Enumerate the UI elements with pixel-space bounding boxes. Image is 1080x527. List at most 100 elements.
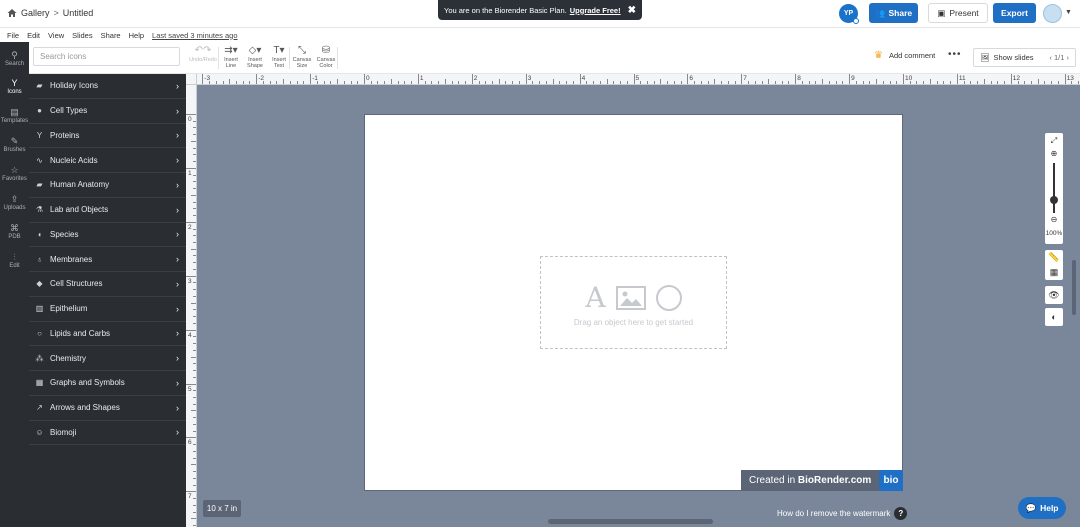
canvas-size-button[interactable]: ⤡ Canvas Size xyxy=(291,45,313,71)
ruler-minor-tick xyxy=(191,194,196,196)
insert-text-button[interactable]: T▾ Insert Text xyxy=(268,45,290,71)
menu-slides[interactable]: Slides xyxy=(72,31,92,40)
more-options-icon[interactable]: ••• xyxy=(948,49,962,60)
ruler-minor-tick xyxy=(431,81,433,84)
rail-item-uploads[interactable]: ⇪ Uploads xyxy=(0,188,29,216)
rail-item-edit[interactable]: ⫶ Edit xyxy=(0,246,29,274)
show-slides-button[interactable]: 🖼 Show slides ‹ 1/1 › xyxy=(973,48,1076,67)
zoom-slider-thumb[interactable] xyxy=(1050,196,1058,204)
category-arrows-and-shapes[interactable]: ↗ Arrows and Shapes › xyxy=(29,396,186,421)
ruler-minor-tick xyxy=(518,81,520,84)
last-saved-status[interactable]: Last saved 3 minutes ago xyxy=(152,31,237,40)
canvas-color-button[interactable]: ⛁ Canvas Color xyxy=(315,45,337,71)
upgrade-link[interactable]: Upgrade Free! xyxy=(570,6,621,15)
insert-shape-button[interactable]: ◇▾ Insert Shape xyxy=(244,45,266,71)
ruler-icon[interactable]: 📏 xyxy=(1045,250,1063,265)
dropzone[interactable]: A Drag an object here to get started xyxy=(540,256,727,349)
category-chemistry[interactable]: ⁂ Chemistry › xyxy=(29,346,186,371)
menu-file[interactable]: File xyxy=(7,31,19,40)
ruler-minor-tick xyxy=(269,81,271,84)
ruler-minor-tick xyxy=(191,302,196,304)
menu-edit[interactable]: Edit xyxy=(27,31,40,40)
rail-item-icons[interactable]: Y Icons xyxy=(0,72,29,100)
category-lipids-and-carbs[interactable]: ○ Lipids and Carbs › xyxy=(29,322,186,347)
ruler-minor-tick xyxy=(761,81,763,84)
ruler-minor-tick xyxy=(593,81,595,84)
chevron-down-icon[interactable]: ▼ xyxy=(1065,9,1072,16)
ruler-minor-tick xyxy=(215,81,217,84)
rail-item-favorites[interactable]: ☆ Favorites xyxy=(0,159,29,187)
remove-watermark-link[interactable]: How do I remove the watermark ? xyxy=(777,507,908,520)
insert-line-button[interactable]: ⇉▾ Insert Line xyxy=(220,45,242,71)
present-button[interactable]: ▣ Present xyxy=(928,3,988,23)
collaborator-avatar[interactable]: YP xyxy=(839,4,859,24)
category-human-anatomy[interactable]: ▰ Human Anatomy › xyxy=(29,173,186,198)
category-proteins[interactable]: Y Proteins › xyxy=(29,124,186,149)
zoom-level: 100% xyxy=(1045,230,1063,237)
rail-item-search[interactable]: ⚲ Search xyxy=(0,44,29,72)
category-cell-types[interactable]: ● Cell Types › xyxy=(29,99,186,124)
contrast-icon[interactable]: ◐ xyxy=(1045,308,1063,326)
play-screen-icon: ▣ xyxy=(937,7,946,18)
chevron-right-icon[interactable]: › xyxy=(1067,53,1070,62)
category-membranes[interactable]: ♁ Membranes › xyxy=(29,247,186,272)
ruler-minor-tick xyxy=(193,181,196,183)
ruler-minor-tick xyxy=(680,81,682,84)
rail-item-templates[interactable]: ▤ Templates xyxy=(0,101,29,129)
category-label: Human Anatomy xyxy=(50,180,110,190)
vertical-scrollbar[interactable] xyxy=(1072,260,1076,315)
category-biomoji[interactable]: ☺ Biomoji › xyxy=(29,421,186,446)
search-input[interactable]: Search icons xyxy=(33,47,180,66)
ruler-minor-tick xyxy=(620,81,622,84)
category-species[interactable]: ◖ Species › xyxy=(29,223,186,248)
ruler-minor-tick xyxy=(1024,81,1026,84)
ruler-minor-tick xyxy=(465,81,467,84)
category-cell-structures[interactable]: ◆ Cell Structures › xyxy=(29,272,186,297)
rail-item-pdb[interactable]: ⌘ PDB xyxy=(0,217,29,245)
grid-icon[interactable]: ▦ xyxy=(1045,265,1063,280)
profile-avatar[interactable] xyxy=(1043,4,1062,23)
chevron-right-icon: › xyxy=(176,155,179,166)
ruler-label: 7 xyxy=(743,75,747,82)
ruler-minor-tick xyxy=(193,390,196,392)
ruler-minor-tick xyxy=(222,81,224,84)
canvas-color-label-2: Color xyxy=(319,63,333,69)
category-epithelium[interactable]: ▥ Epithelium › xyxy=(29,297,186,322)
ruler-vertical: 0 1 2 3 4 5 6 7 xyxy=(186,85,197,527)
ruler-minor-tick xyxy=(193,120,196,122)
ruler-minor-tick xyxy=(1004,81,1006,84)
zoom-slider-track[interactable] xyxy=(1053,163,1055,213)
close-icon[interactable]: ✖ xyxy=(628,5,636,16)
help-button[interactable]: 💬 Help xyxy=(1018,497,1066,519)
help-circle-icon: ? xyxy=(894,507,908,520)
home-icon[interactable] xyxy=(7,8,17,18)
export-button[interactable]: Export xyxy=(993,3,1036,23)
ruler-minor-tick xyxy=(970,81,972,84)
zoom-out-icon[interactable]: ⊖ xyxy=(1045,215,1063,224)
ruler-label: 11 xyxy=(958,75,966,82)
breadcrumb-gallery[interactable]: Gallery xyxy=(21,8,50,18)
zoom-in-icon[interactable]: ⊕ xyxy=(1045,149,1063,158)
menu-share[interactable]: Share xyxy=(101,31,121,40)
rail-item-brushes[interactable]: ✎ Brushes xyxy=(0,130,29,158)
share-button[interactable]: 👥 Share xyxy=(869,3,918,23)
ruler-minor-tick xyxy=(552,79,554,84)
menu-view[interactable]: View xyxy=(48,31,64,40)
fit-screen-icon[interactable]: ⤢ xyxy=(1045,136,1063,146)
ruler-minor-tick xyxy=(599,81,601,84)
add-comment-button[interactable]: ♛ Add comment xyxy=(874,50,935,61)
menu-help[interactable]: Help xyxy=(129,31,144,40)
ruler-tick xyxy=(202,74,204,84)
visibility-icon[interactable]: 👁 xyxy=(1045,286,1063,304)
rail-label: Templates xyxy=(0,117,29,124)
horizontal-scrollbar[interactable] xyxy=(548,519,713,524)
undo-redo-button[interactable]: ↶↷ Undo/Redo xyxy=(189,45,217,71)
chevron-right-icon: › xyxy=(176,254,179,265)
ruler-label: 3 xyxy=(527,75,532,82)
category-holiday-icons[interactable]: ▰ Holiday Icons › xyxy=(29,74,186,99)
category-graphs-and-symbols[interactable]: ▦ Graphs and Symbols › xyxy=(29,371,186,396)
category-lab-and-objects[interactable]: ⚗ Lab and Objects › xyxy=(29,198,186,223)
chevron-left-icon[interactable]: ‹ xyxy=(1049,53,1052,62)
category-nucleic-acids[interactable]: ∿ Nucleic Acids › xyxy=(29,148,186,173)
document-title[interactable]: Untitled xyxy=(63,8,94,18)
